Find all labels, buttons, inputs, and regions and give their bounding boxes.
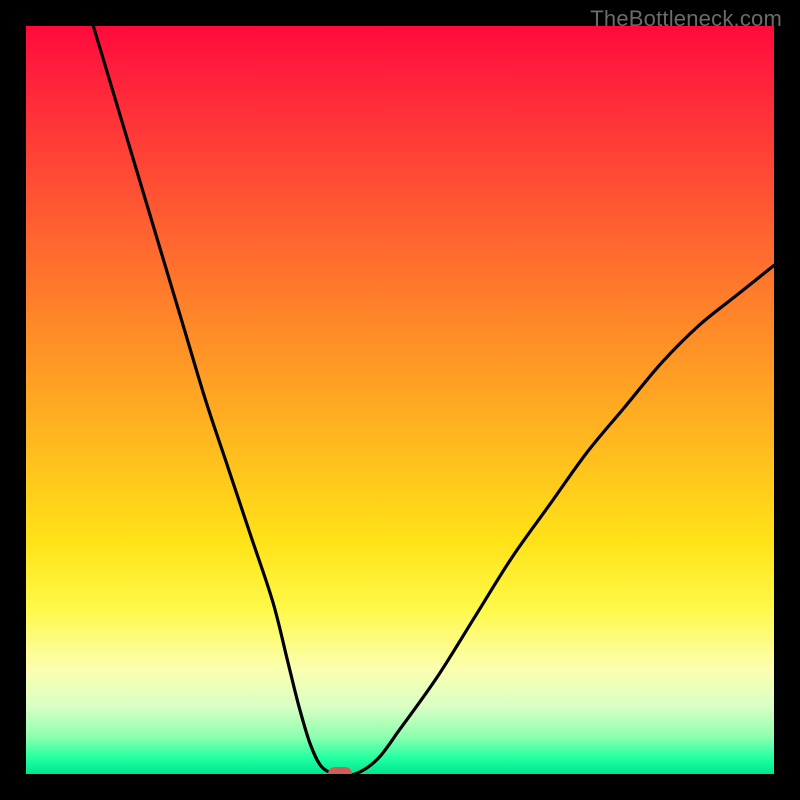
plot-area <box>26 26 774 774</box>
bottleneck-curve <box>93 26 774 774</box>
watermark-text: TheBottleneck.com <box>590 6 782 32</box>
optimal-marker <box>328 767 352 774</box>
curve-svg <box>26 26 774 774</box>
chart-frame: TheBottleneck.com <box>0 0 800 800</box>
